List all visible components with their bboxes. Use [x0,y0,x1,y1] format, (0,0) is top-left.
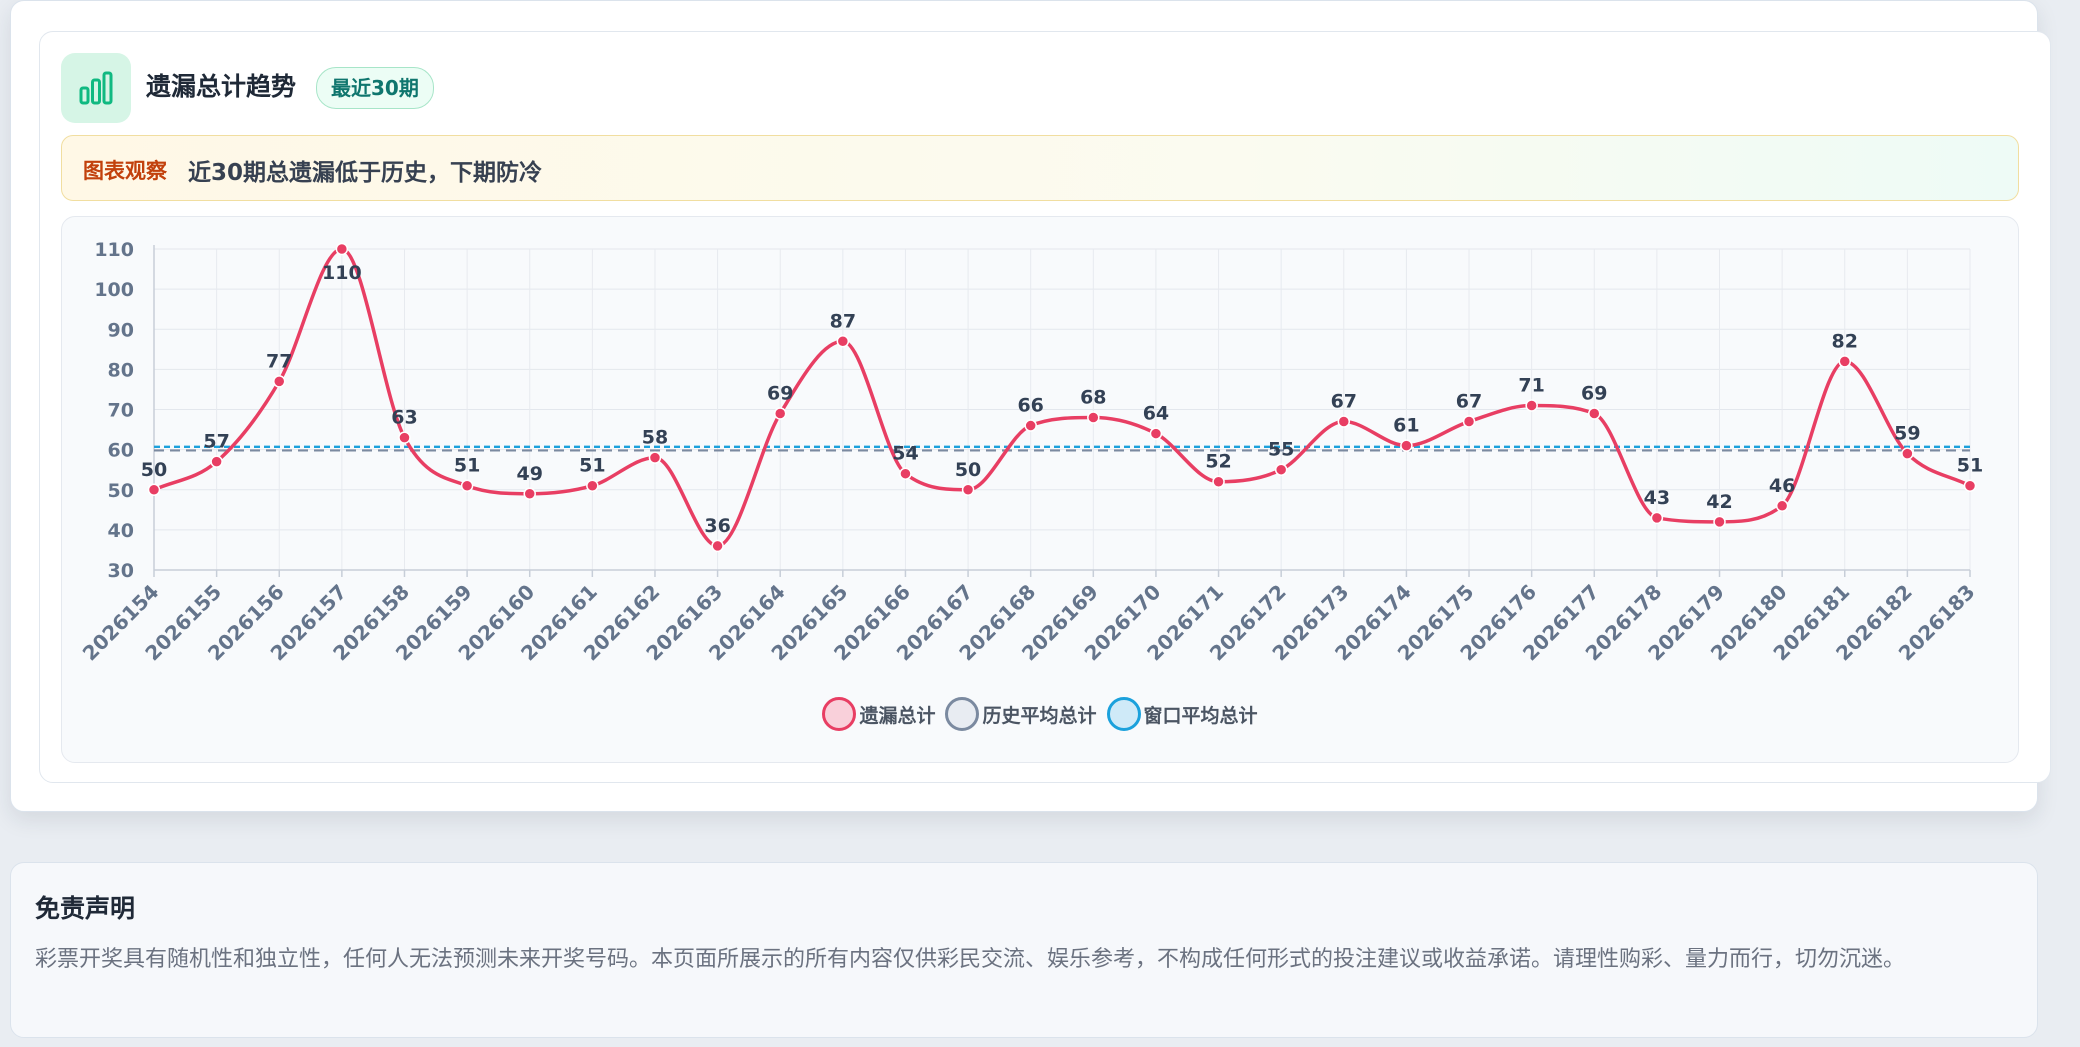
data-point [272,375,286,388]
data-label: 49 [516,463,542,485]
y-tick-label: 100 [94,279,134,301]
y-tick-label: 50 [108,480,134,502]
data-point [1901,447,1914,460]
data-point [1400,439,1413,452]
bar-chart-icon [61,53,131,123]
data-label: 67 [1331,391,1357,413]
data-point [1212,475,1225,488]
data-point [147,483,161,496]
data-label: 59 [1894,423,1920,445]
data-label: 71 [1518,374,1544,396]
line-chart: 1101009080706050403020261542026155202615… [78,239,1984,665]
legend-swatch-history-average [945,697,980,731]
data-label: 58 [642,427,668,449]
legend-swatch-window-average [1106,697,1141,731]
data-label: 52 [1205,451,1231,473]
data-label: 36 [704,515,730,537]
y-tick-label: 80 [108,359,134,381]
data-label: 51 [579,455,605,477]
data-point [648,451,662,464]
chart-legend: 遗漏总计 历史平均总计 窗口平均总计 [62,697,2018,731]
y-tick-label: 30 [108,560,134,582]
y-tick-label: 70 [108,400,134,422]
legend-label-omission-total: 遗漏总计 [859,704,936,727]
chart-panel: 110 100 90 80 70 60 50 40 30 2026154 2026155 202615… [61,216,2019,763]
legend-item-omission-total[interactable]: 遗漏总计 [822,697,935,731]
data-point [1149,427,1163,440]
data-label: 54 [892,443,918,465]
data-point [398,431,411,444]
y-tick-label: 60 [108,440,134,462]
data-label: 43 [1644,487,1670,509]
legend-swatch-omission-total [822,697,857,731]
y-tick-label: 110 [94,239,134,261]
data-label: 67 [1456,391,1482,413]
omission-total-line [153,247,1971,548]
observation-label: 图表观察 [83,159,167,183]
data-point [836,335,850,348]
data-label: 51 [1957,455,1983,477]
data-point [1525,399,1538,412]
data-label: 77 [266,350,292,372]
data-label: 64 [1143,403,1169,425]
legend-item-history-average[interactable]: 历史平均总计 [945,697,1097,731]
data-point [1838,355,1852,368]
data-point [523,487,536,501]
data-label: 42 [1706,491,1732,513]
chart-card: 遗漏总计趋势 最近30期 图表观察 近30期总遗漏低于历史，下期防冷 110 10… [10,0,2051,812]
data-point [1963,479,1977,492]
data-label: 55 [1268,439,1294,461]
data-label: 110 [322,262,362,284]
y-tick-label: 90 [108,319,134,341]
data-point [1462,415,1476,428]
data-point [1588,407,1601,420]
period-badge: 最近30期 [316,67,434,109]
data-point [1274,463,1288,476]
data-label: 50 [141,459,167,481]
observation-text: 近30期总遗漏低于历史，下期防冷 [188,160,543,186]
data-label: 87 [830,310,856,332]
data-label: 69 [767,383,793,405]
data-label: 82 [1832,330,1858,352]
data-point [1650,511,1664,525]
data-point [460,479,474,492]
data-point [210,455,223,468]
chart-observation-banner: 图表观察 近30期总遗漏低于历史，下期防冷 [61,135,2019,201]
legend-label-history-average: 历史平均总计 [982,704,1097,727]
data-label: 57 [203,431,229,453]
data-label: 69 [1581,383,1607,405]
data-point [1024,419,1037,432]
data-point [335,242,349,256]
data-point [586,479,599,492]
data-point [1775,499,1789,513]
chart-title: 遗漏总计趋势 [146,72,297,101]
data-point [1087,411,1100,424]
data-point [899,467,912,480]
data-point [773,407,787,420]
legend-item-window-average[interactable]: 窗口平均总计 [1106,697,1258,731]
data-point [711,539,724,553]
disclaimer-card: 免责声明 彩票开奖具有随机性和独立性，任何人无法预测未来开奖号码。本页面所展示的… [10,862,2038,1038]
y-tick-label: 40 [108,520,134,542]
legend-label-window-average: 窗口平均总计 [1143,704,1258,727]
data-label: 66 [1017,395,1043,417]
data-label: 61 [1393,415,1419,437]
disclaimer-text: 彩票开奖具有随机性和独立性，任何人无法预测未来开奖号码。本页面所展示的所有内容仅… [35,947,1906,972]
data-point [1713,515,1726,529]
data-point [961,483,975,496]
chart-inner-card: 遗漏总计趋势 最近30期 图表观察 近30期总遗漏低于历史，下期防冷 110 10… [39,31,2051,783]
data-label: 63 [391,407,417,429]
data-point [1337,415,1351,428]
data-label: 46 [1769,475,1795,497]
data-label: 68 [1080,387,1106,409]
data-label: 50 [955,459,981,481]
disclaimer-title: 免责声明 [35,894,136,923]
data-label: 51 [454,455,480,477]
